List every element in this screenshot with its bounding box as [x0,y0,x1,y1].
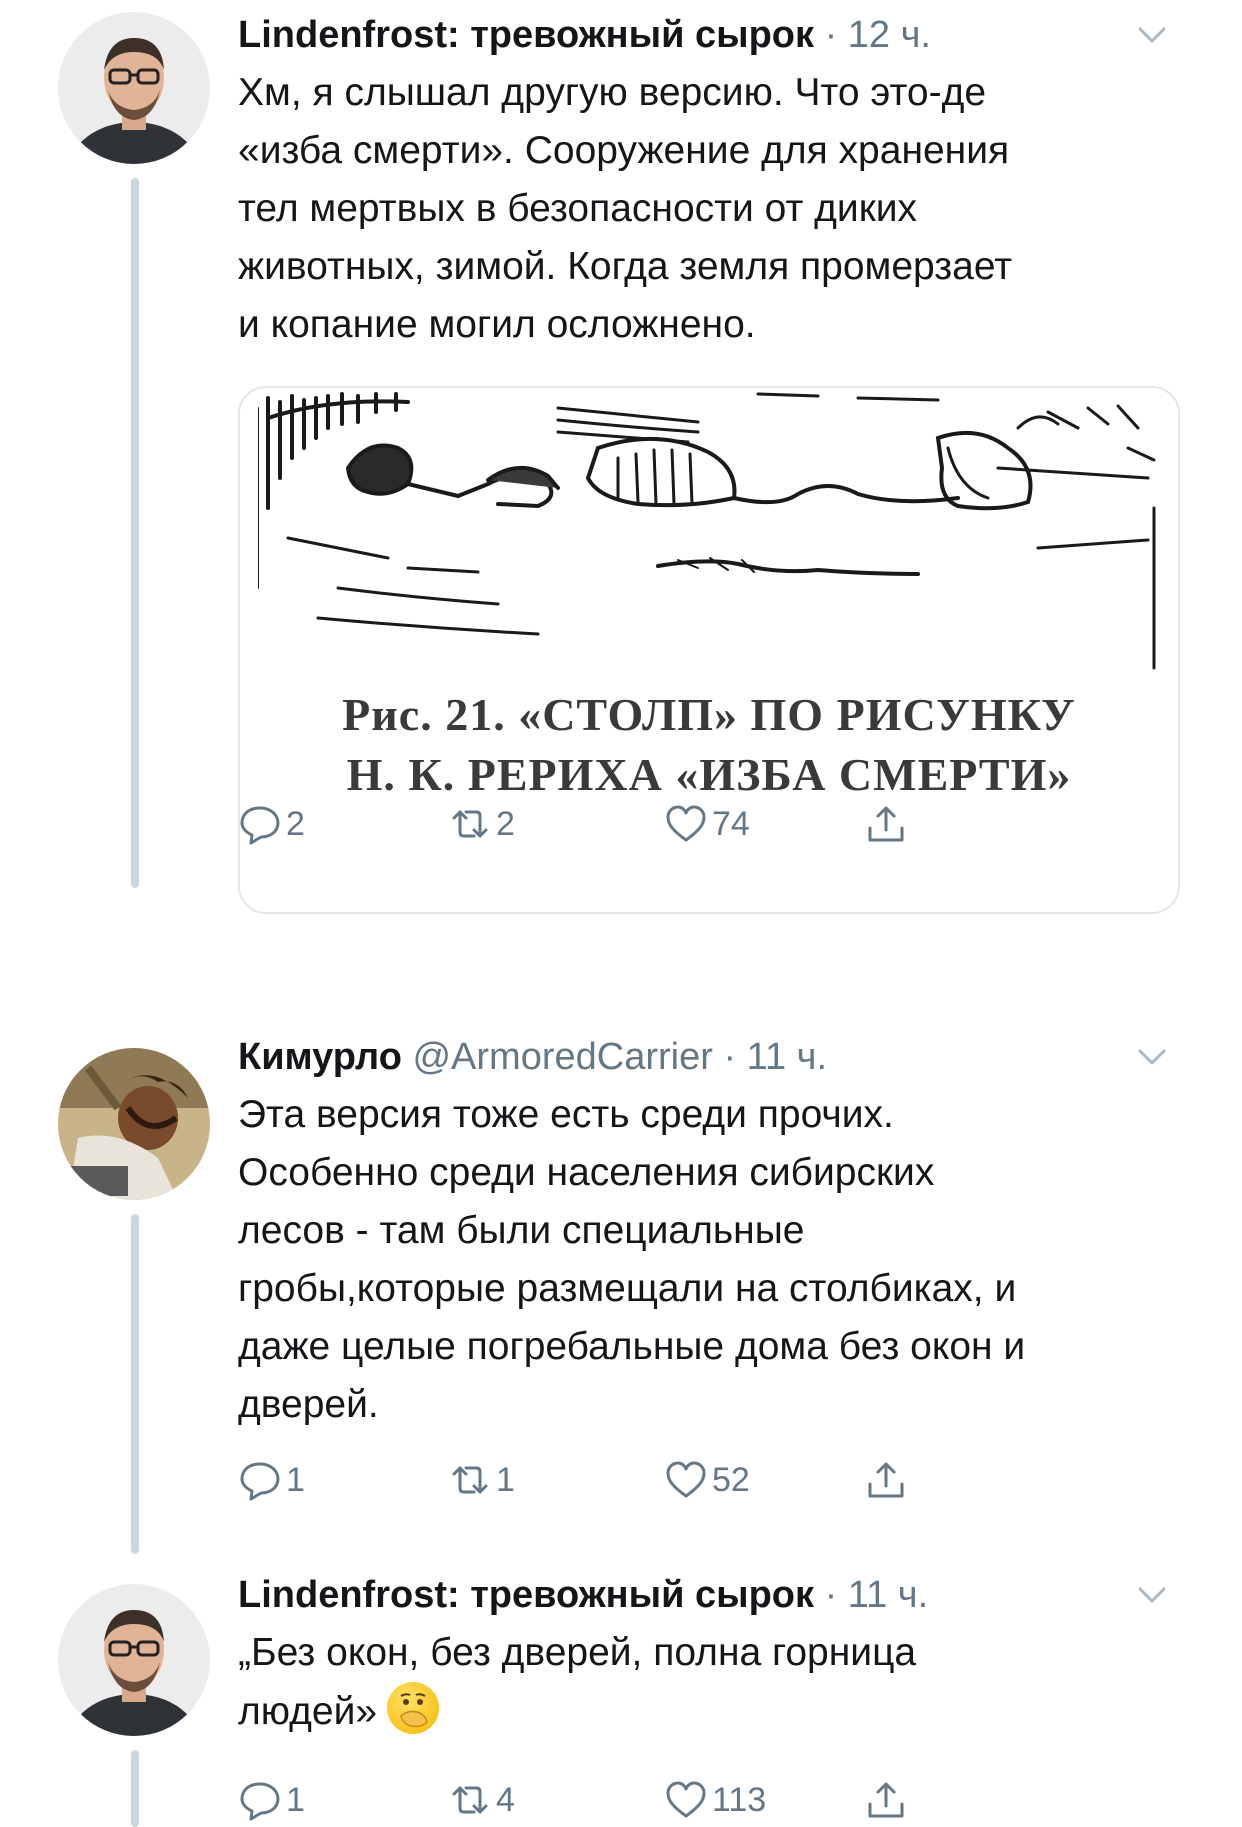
reply-count: 2 [286,804,305,843]
share-button[interactable] [864,796,908,852]
display-name[interactable]: Lindenfrost: тревожный сырок [238,14,814,56]
tweet-header: Кимурло @ArmoredCarrier · 11 ч. [238,1030,1178,1084]
tweet-header: Lindenfrost: тревожный сырок · 12 ч. [238,8,1178,62]
reply-button[interactable]: 1 [238,1772,305,1827]
display-name[interactable]: Lindenfrost: тревожный сырок [238,1574,814,1616]
reply-button[interactable]: 1 [238,1452,305,1508]
sketch-illustration [258,392,1156,670]
image-caption-line-2: Н. К. РЕРИХА «ИЗБА СМЕРТИ» [346,749,1072,800]
retweet-button[interactable]: 4 [448,1772,515,1827]
thread-line [131,1214,139,1554]
tweet-text: Эта версия тоже есть среди прочих. Особе… [238,1093,1026,1426]
thread-line [131,1750,139,1827]
heart-icon [666,1461,706,1498]
avatar-lindenfrost[interactable] [58,1584,210,1736]
share-icon [868,1782,904,1818]
tweet-actions: 1 1 52 [238,1452,1038,1508]
avatar-kimurlo[interactable] [58,1048,210,1200]
tweet-text: Хм, я слышал другую версию. Что это-де «… [238,71,1013,346]
chevron-down-icon[interactable] [1134,1580,1170,1610]
share-icon [868,806,904,842]
chevron-down-icon[interactable] [1134,20,1170,50]
tweet-header: Lindenfrost: тревожный сырок · 11 ч. [238,1568,1178,1622]
avatar-lindenfrost[interactable] [58,12,210,164]
timestamp[interactable]: · 11 ч. [825,1574,929,1616]
like-button[interactable]: 74 [664,796,750,852]
chevron-down-icon[interactable] [1134,1042,1170,1072]
reply-button[interactable]: 2 [238,796,305,852]
retweet-icon [452,1786,488,1814]
reply-icon [240,1462,280,1501]
retweet-button[interactable]: 2 [448,796,515,852]
hand-over-mouth-emoji [387,1682,440,1734]
retweet-count: 4 [496,1780,515,1819]
retweet-button[interactable]: 1 [448,1452,515,1508]
heart-icon [666,805,706,842]
timestamp[interactable]: · 12 ч. [825,14,931,56]
tweet-actions: 1 4 113 [238,1772,1038,1827]
share-icon [868,1462,904,1498]
share-button[interactable] [864,1452,908,1508]
retweet-icon [452,1466,488,1494]
like-button[interactable]: 52 [664,1452,750,1508]
like-count: 74 [712,804,750,843]
image-caption-line-1: Рис. 21. «СТОЛП» ПО РИСУНКУ [342,689,1076,740]
timestamp[interactable]: · 11 ч. [723,1036,827,1078]
heart-icon [666,1781,706,1818]
retweet-icon [452,810,488,838]
reply-count: 1 [286,1780,305,1819]
display-name[interactable]: Кимурло [238,1036,402,1078]
retweet-count: 2 [496,804,515,843]
tweet-actions: 2 2 74 [238,796,1038,852]
retweet-count: 1 [496,1460,515,1499]
reply-icon [240,1782,280,1821]
reply-count: 1 [286,1460,305,1499]
reply-icon [240,806,280,845]
share-button[interactable] [864,1772,908,1827]
tweet-text: „Без окон, без дверей, полна горница люд… [238,1631,917,1734]
user-handle[interactable]: @ArmoredCarrier [412,1036,712,1078]
like-button[interactable]: 113 [664,1772,766,1827]
thread-line [131,178,139,888]
like-count: 52 [712,1460,750,1499]
like-count: 113 [712,1780,767,1819]
